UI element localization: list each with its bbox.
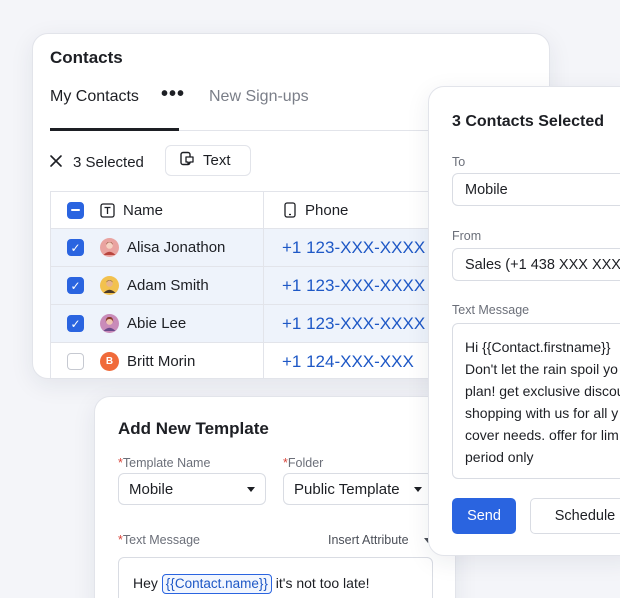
- insert-attribute-dropdown[interactable]: Insert Attribute: [328, 533, 409, 547]
- text-button-label: Text: [203, 152, 231, 169]
- chevron-down-icon: [414, 487, 422, 492]
- contact-name: Britt Morin: [127, 353, 196, 370]
- folder-label: *Folder: [283, 456, 324, 470]
- to-label: To: [452, 155, 466, 169]
- message-textarea[interactable]: Hi {{Contact.firstname}} Don't let the r…: [452, 323, 620, 479]
- contact-name: Adam Smith: [127, 277, 209, 294]
- message-line: shopping with us for all y: [465, 405, 619, 421]
- template-message-input[interactable]: Hey {{Contact.name}} it's not too late!: [118, 557, 433, 598]
- avatar: [100, 314, 119, 333]
- header-checkbox-cell: [50, 192, 100, 228]
- tab-my-contacts[interactable]: My Contacts: [50, 88, 139, 106]
- row-checkbox[interactable]: ✓: [67, 239, 84, 256]
- send-button[interactable]: Send: [452, 498, 516, 534]
- message-line: cover needs. offer for lim: [465, 427, 619, 443]
- avatar: B: [100, 352, 119, 371]
- avatar: [100, 238, 119, 257]
- select-all-checkbox[interactable]: [67, 201, 84, 219]
- message-line: Don't let the rain spoil yo: [465, 361, 618, 377]
- template-name-select[interactable]: Mobile: [118, 473, 266, 505]
- active-tab-indicator: [50, 128, 179, 131]
- message-suffix: it's not too late!: [275, 575, 370, 591]
- text-field-icon: [100, 202, 115, 218]
- selected-count: 3 Selected: [73, 154, 144, 171]
- message-line: plan! get exclusive discou: [465, 383, 620, 399]
- panel-title: 3 Contacts Selected: [452, 113, 605, 130]
- add-template-card: Add New Template *Template Name Mobile *…: [94, 396, 456, 598]
- name-column-header[interactable]: Name: [100, 192, 263, 228]
- text-message-label: *Text Message: [118, 533, 200, 547]
- close-icon[interactable]: [49, 152, 63, 173]
- folder-select[interactable]: Public Template: [283, 473, 433, 505]
- row-checkbox[interactable]: [67, 353, 84, 370]
- message-line: period only: [465, 449, 534, 465]
- phone-header-label: Phone: [305, 201, 349, 219]
- contact-name: Abie Lee: [127, 315, 187, 332]
- contact-name: Alisa Jonathon: [127, 239, 226, 256]
- row-checkbox[interactable]: ✓: [67, 277, 84, 294]
- tab-new-sign-ups[interactable]: New Sign-ups: [209, 88, 309, 106]
- schedule-button[interactable]: Schedule: [530, 498, 620, 534]
- mobile-phone-icon: [282, 202, 297, 218]
- from-field[interactable]: Sales (+1 438 XXX XXXX): [452, 248, 620, 281]
- from-label: From: [452, 229, 482, 243]
- template-title: Add New Template: [118, 419, 269, 438]
- template-name-label: *Template Name: [118, 456, 211, 470]
- message-prefix: Hey: [133, 575, 158, 591]
- more-options-icon[interactable]: •••: [161, 83, 185, 106]
- to-field[interactable]: Mobile: [452, 173, 620, 206]
- message-label: Text Message: [452, 303, 530, 317]
- message-line: Hi {{Contact.firstname}}: [465, 339, 611, 355]
- text-button[interactable]: Text: [165, 145, 251, 176]
- message-icon: [179, 151, 195, 171]
- folder-value: Public Template: [294, 480, 400, 498]
- name-header-label: Name: [123, 201, 164, 219]
- chevron-down-icon: [247, 487, 255, 492]
- avatar: [100, 276, 119, 295]
- contacts-selected-panel: 3 Contacts Selected To Mobile From Sales…: [428, 86, 620, 556]
- template-name-value: Mobile: [129, 480, 174, 498]
- row-checkbox[interactable]: ✓: [67, 315, 84, 332]
- attribute-chip[interactable]: {{Contact.name}}: [161, 574, 272, 594]
- contacts-title: Contacts: [50, 48, 123, 67]
